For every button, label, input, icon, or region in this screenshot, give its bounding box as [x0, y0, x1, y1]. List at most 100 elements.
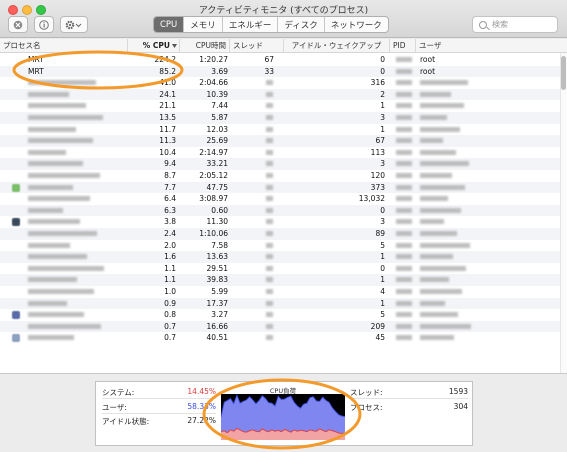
cpu-percent: 224.2 [154, 55, 176, 64]
table-row[interactable]: 9.4 33.21 3 [0, 158, 560, 170]
table-row[interactable]: 0.7 40.51 45 [0, 332, 560, 344]
redacted-user [420, 207, 461, 213]
redacted-user [420, 254, 453, 260]
table-row[interactable]: 21.1 7.44 1 [0, 100, 560, 112]
redacted-process-name [28, 300, 67, 306]
column-process-name[interactable]: プロセス名 [0, 39, 128, 53]
idle-wakeups: 5 [380, 310, 385, 320]
table-row[interactable]: MRT 224.2 1:20.27 67 0 root [0, 54, 560, 66]
tab-cpu[interactable]: CPU [154, 17, 185, 32]
redacted-pid [396, 68, 412, 74]
cpu-percent: 2.0 [164, 240, 176, 250]
redacted-pid [396, 115, 412, 120]
redacted-user [420, 277, 449, 283]
cpu-time: 17.37 [206, 298, 228, 308]
app-icon [12, 183, 20, 192]
redacted-thread-count [266, 103, 273, 109]
table-row[interactable]: MRT 85.2 3.69 33 0 root [0, 65, 560, 78]
cpu-percent: 11.3 [159, 136, 176, 146]
column-threads[interactable]: スレッド [230, 39, 284, 53]
stop-process-button[interactable] [8, 16, 28, 33]
redacted-pid [396, 196, 412, 202]
action-menu-button[interactable] [60, 16, 88, 33]
scrollbar-thumb[interactable] [561, 56, 566, 90]
table-row[interactable]: 24.1 10.39 2 [0, 88, 560, 101]
cpu-time: 47.75 [206, 182, 228, 192]
table-row[interactable]: 1.6 13.63 1 [0, 251, 560, 263]
redacted-user [420, 115, 447, 120]
app-icon [12, 311, 20, 320]
cpu-time: 7.58 [211, 240, 228, 250]
redacted-thread-count [266, 115, 273, 120]
redacted-pid [396, 335, 412, 341]
redacted-thread-count [266, 91, 273, 97]
redacted-process-name [28, 138, 93, 144]
column-pid[interactable]: PID [390, 39, 416, 53]
redacted-process-name [28, 312, 84, 318]
cpu-time: 3.27 [211, 310, 228, 320]
table-row[interactable]: 8.7 2:05.12 120 [0, 170, 560, 182]
table-row[interactable]: 2.4 1:10.06 89 [0, 228, 560, 240]
process-table[interactable]: MRT 224.2 1:20.27 67 0 root MRT 85.2 3.69 33 0 root… [0, 53, 567, 373]
info-icon [39, 19, 49, 30]
idle-wakeups: 3 [380, 113, 385, 122]
table-row[interactable]: 0.7 16.66 209 [0, 320, 560, 333]
redacted-thread-count [266, 312, 273, 318]
table-row[interactable]: 6.4 3:08.97 13,032 [0, 193, 560, 205]
redacted-process-name [28, 289, 94, 294]
cpu-percent: 11.7 [159, 124, 176, 134]
cpu-time: 0.60 [211, 205, 228, 215]
redacted-thread-count [266, 138, 273, 144]
redacted-pid [396, 91, 412, 97]
table-row[interactable]: 0.9 17.37 1 [0, 297, 560, 310]
table-row[interactable]: 13.5 5.87 3 [0, 112, 560, 124]
cpu-percent: 1.6 [164, 252, 176, 262]
table-row[interactable]: 2.0 7.58 5 [0, 240, 560, 252]
table-row[interactable]: 7.7 47.75 373 [0, 181, 560, 194]
tab-energy[interactable]: エネルギー [223, 17, 279, 32]
cpu-percent: 24.1 [159, 89, 176, 99]
redacted-pid [396, 254, 412, 260]
cpu-percent: 0.8 [164, 310, 176, 320]
inspect-process-button[interactable] [34, 16, 54, 33]
cpu-time: 1:10.06 [199, 229, 228, 238]
system-value: 14.45% [187, 387, 216, 396]
redacted-process-name [28, 242, 70, 248]
redacted-thread-count [266, 219, 273, 225]
redacted-pid [396, 265, 412, 271]
vertical-scrollbar[interactable] [560, 53, 567, 373]
idle-wakeups: 113 [370, 147, 385, 157]
table-row[interactable]: 10.4 2:14.97 113 [0, 147, 560, 159]
table-row[interactable]: 3.8 11.30 3 [0, 216, 560, 228]
search-field[interactable]: 検索 [472, 16, 558, 33]
column-user[interactable]: ユーザ [416, 39, 560, 53]
table-row[interactable]: 6.3 0.60 0 [0, 204, 560, 217]
table-row[interactable]: 11.3 25.69 67 [0, 135, 560, 147]
column-cpu-time[interactable]: CPU時間 [180, 39, 230, 53]
table-row[interactable]: 1.1 39.83 1 [0, 274, 560, 286]
column-idle-wakeups[interactable]: アイドル・ウェイクアップ [284, 39, 390, 53]
redacted-thread-count [266, 289, 273, 294]
table-row[interactable]: 1.1 29.51 0 [0, 263, 560, 275]
activity-monitor-window: アクティビティモニタ (すべてのプロセス) CPU メモリ エネルギー ディスク… [0, 0, 567, 452]
idle-wakeups: 1 [380, 101, 385, 111]
table-row[interactable]: 11.7 12.03 1 [0, 124, 560, 136]
divider [350, 398, 468, 399]
table-row[interactable]: 1.0 5.99 4 [0, 286, 560, 298]
table-row[interactable]: 0.8 3.27 5 [0, 309, 560, 321]
tab-network[interactable]: ネットワーク [325, 17, 388, 32]
table-row[interactable]: 41.0 2:04.66 316 [0, 77, 560, 89]
redacted-thread-count [266, 323, 273, 329]
cpu-percent: 7.7 [164, 182, 176, 192]
redacted-thread-count [266, 277, 273, 283]
redacted-user [420, 300, 445, 306]
cpu-time: 5.87 [211, 113, 228, 122]
processes-value: 304 [453, 402, 468, 411]
redacted-thread-count [266, 231, 273, 236]
tab-disk[interactable]: ディスク [278, 17, 325, 32]
redacted-process-name [28, 335, 74, 341]
redacted-user [420, 103, 464, 109]
column-cpu[interactable]: % CPU [128, 39, 180, 53]
thread-count: 67 [264, 55, 274, 64]
tab-memory[interactable]: メモリ [184, 17, 223, 32]
